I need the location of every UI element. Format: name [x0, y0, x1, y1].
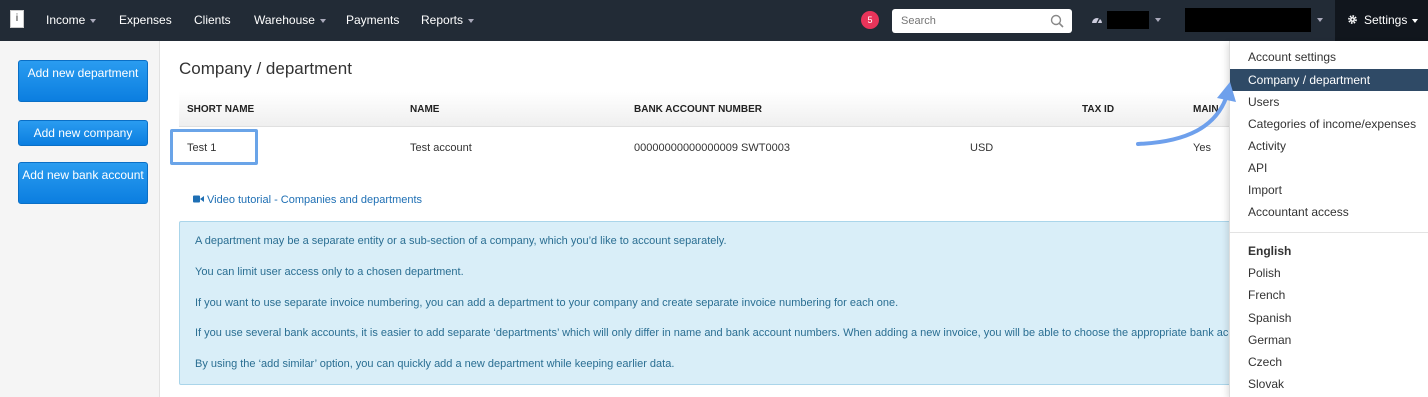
info-line: You can limit user access only to a chos…	[195, 266, 464, 278]
language-french[interactable]: French	[1230, 284, 1428, 306]
add-new-department-button[interactable]: Add new department	[18, 60, 148, 102]
settings-label: Settings	[1364, 13, 1408, 27]
gear-icon	[1348, 15, 1357, 24]
column-header-short-name[interactable]: SHORT NAME	[187, 92, 254, 127]
chevron-down-icon	[1317, 18, 1323, 22]
info-line: A department may be a separate entity or…	[195, 235, 727, 247]
language-polish[interactable]: Polish	[1230, 262, 1428, 284]
info-line: If you use several bank accounts, it is …	[195, 327, 1249, 339]
add-new-bank-account-button[interactable]: Add new bank account	[18, 162, 148, 204]
menu-item-company-department[interactable]: Company / department	[1230, 69, 1428, 91]
nav-warehouse-label: Warehouse	[254, 13, 315, 27]
top-navbar: i Income Expenses Clients Warehouse Paym…	[0, 0, 1428, 41]
dashboard-icon[interactable]	[1091, 14, 1103, 26]
nav-income-label: Income	[46, 13, 86, 27]
menu-divider	[1230, 232, 1428, 233]
nav-expenses-label: Expenses	[119, 13, 172, 27]
info-line: By using the ‘add similar’ option, you c…	[195, 358, 675, 370]
cell-bank-account: 00000000000000009 SWT0003	[634, 142, 790, 154]
column-header-tax-id[interactable]: TAX ID	[1082, 92, 1114, 127]
video-camera-icon	[193, 195, 204, 203]
info-box: A department may be a separate entity or…	[179, 221, 1249, 385]
info-line: If you want to use separate invoice numb…	[195, 297, 899, 309]
search-box	[892, 9, 1072, 33]
nav-expenses[interactable]: Expenses	[119, 0, 172, 41]
menu-item-categories[interactable]: Categories of income/expenses	[1230, 113, 1428, 135]
annotation-arrow-icon	[1136, 82, 1236, 146]
highlight-box	[170, 129, 258, 165]
table-row[interactable]: Test 1 Test account 00000000000000009 SW…	[179, 128, 1249, 168]
menu-item-account-settings[interactable]: Account settings	[1230, 46, 1428, 68]
chevron-down-icon	[1155, 18, 1161, 22]
chevron-down-icon	[468, 18, 475, 23]
chevron-down-icon	[1412, 18, 1419, 23]
settings-button[interactable]: Settings	[1335, 0, 1428, 41]
cell-name: Test account	[410, 142, 472, 154]
language-czech[interactable]: Czech	[1230, 351, 1428, 373]
cell-currency: USD	[970, 142, 994, 154]
nav-reports[interactable]: Reports	[421, 0, 475, 41]
column-header-bank-account[interactable]: BANK ACCOUNT NUMBER	[634, 92, 762, 127]
search-input[interactable]	[892, 9, 1042, 33]
table-header: SHORT NAME NAME BANK ACCOUNT NUMBER TAX …	[179, 92, 1249, 127]
search-icon[interactable]	[1050, 14, 1064, 28]
nav-payments[interactable]: Payments	[346, 0, 399, 41]
language-german[interactable]: German	[1230, 329, 1428, 351]
menu-item-users[interactable]: Users	[1230, 91, 1428, 113]
nav-income[interactable]: Income	[46, 0, 97, 41]
language-english[interactable]: English	[1230, 240, 1428, 262]
chevron-down-icon	[90, 18, 97, 23]
menu-item-api[interactable]: API	[1230, 157, 1428, 179]
chevron-down-icon	[319, 18, 326, 23]
video-tutorial-label: Video tutorial - Companies and departmen…	[207, 194, 423, 206]
add-new-company-button[interactable]: Add new company	[18, 120, 148, 146]
notification-badge[interactable]: 5	[861, 11, 879, 29]
language-spanish[interactable]: Spanish	[1230, 307, 1428, 329]
page-title: Company / department	[179, 59, 352, 78]
menu-item-accountant-access[interactable]: Accountant access	[1230, 201, 1428, 223]
column-header-name[interactable]: NAME	[410, 92, 439, 127]
settings-dropdown-menu: Account settings Company / department Us…	[1229, 41, 1428, 397]
nav-reports-label: Reports	[421, 13, 464, 27]
video-tutorial-link[interactable]: Video tutorial - Companies and departmen…	[193, 194, 422, 206]
nav-payments-label: Payments	[346, 13, 400, 27]
nav-clients-label: Clients	[194, 13, 231, 27]
app-logo[interactable]: i	[10, 10, 24, 28]
nav-clients[interactable]: Clients	[194, 0, 231, 41]
menu-item-import[interactable]: Import	[1230, 179, 1428, 201]
redacted-account-name[interactable]	[1107, 11, 1149, 29]
nav-warehouse[interactable]: Warehouse	[254, 0, 326, 41]
redacted-user-name[interactable]	[1185, 8, 1311, 32]
language-slovak[interactable]: Slovak	[1230, 373, 1428, 395]
menu-item-activity[interactable]: Activity	[1230, 135, 1428, 157]
